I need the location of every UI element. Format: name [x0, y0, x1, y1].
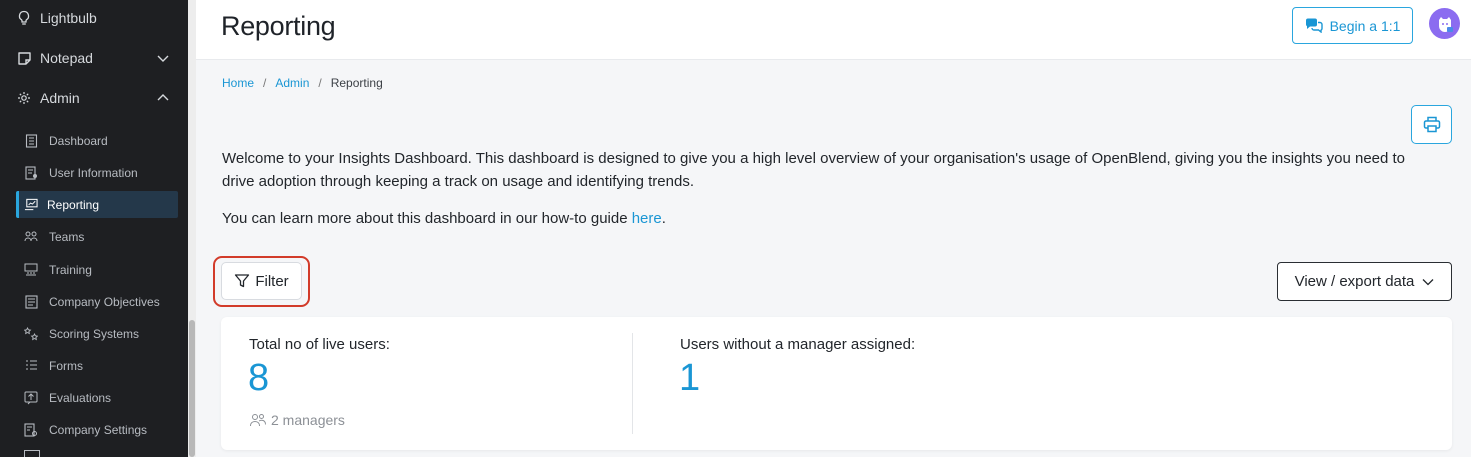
sidebar-item-label: Forms: [49, 358, 83, 373]
no-manager-label: Users without a manager assigned:: [680, 336, 916, 353]
chevron-down-icon: [1422, 278, 1434, 285]
sidebar-item-reporting[interactable]: Reporting: [16, 191, 178, 218]
print-button[interactable]: [1411, 105, 1452, 144]
dashboard-icon: [24, 133, 38, 148]
sidebar-item-evaluations[interactable]: Evaluations: [16, 384, 178, 411]
top-header: Reporting Begin a 1:1: [196, 0, 1471, 60]
sidebar-item-label: Reporting: [47, 197, 100, 212]
teams-icon: [24, 230, 38, 244]
sidebar-item-label: Scoring Systems: [49, 326, 140, 341]
sidebar-item-label: Training: [49, 262, 92, 277]
begin-one-on-one-button[interactable]: Begin a 1:1: [1292, 7, 1413, 44]
training-icon: [24, 263, 38, 277]
view-export-data-dropdown[interactable]: View / export data: [1277, 262, 1452, 301]
user-info-icon: [24, 165, 38, 180]
learn-more-suffix: .: [661, 210, 666, 227]
sidebar-item-label: Teams: [49, 229, 85, 244]
scoring-icon: [24, 326, 38, 341]
managers-count-text: 2 managers: [271, 412, 345, 428]
page-title: Reporting: [221, 11, 336, 41]
sidebar-item-training[interactable]: Training: [16, 256, 178, 283]
live-users-label: Total no of live users:: [249, 336, 390, 353]
sidebar-item-label: Evaluations: [49, 390, 112, 405]
users-group-icon: [250, 414, 266, 427]
sidebar-item-notepad[interactable]: Notepad: [0, 38, 188, 78]
sidebar-item-user-information[interactable]: User Information: [16, 159, 178, 186]
user-stats-card: Total no of live users: 8 2 managers Use…: [221, 317, 1452, 450]
chat-bubbles-icon: [1305, 18, 1323, 33]
sidebar-item-company-objectives[interactable]: Company Objectives: [16, 288, 178, 315]
reporting-icon: [24, 198, 38, 212]
breadcrumb-current: Reporting: [330, 76, 383, 90]
printer-icon: [1423, 116, 1440, 133]
filter-label: Filter: [255, 272, 289, 290]
live-users-value: 8: [248, 357, 270, 399]
avatar[interactable]: [1429, 8, 1460, 39]
sidebar-item-label: Lightbulb: [40, 10, 97, 26]
lightbulb-icon: [16, 10, 32, 26]
funnel-icon: [235, 274, 250, 288]
learn-more-text: You can learn more about this dashboard …: [222, 208, 666, 229]
sidebar-item-label: Dashboard: [49, 133, 108, 148]
managers-count: 2 managers: [249, 412, 345, 428]
sidebar-item-scoring-systems[interactable]: Scoring Systems: [16, 320, 178, 347]
sidebar-item-label: Admin: [40, 90, 80, 106]
chevron-up-icon: [157, 94, 169, 101]
filter-button[interactable]: Filter: [221, 262, 302, 300]
sidebar-scrollbar-thumb[interactable]: [189, 320, 195, 457]
how-to-guide-link[interactable]: here: [632, 210, 662, 227]
begin-one-on-one-label: Begin a 1:1: [1329, 17, 1401, 34]
sidebar-item-label: User Information: [49, 165, 138, 180]
breadcrumb: Home / Admin / Reporting: [222, 76, 383, 90]
objectives-icon: [24, 294, 38, 309]
learn-more-prefix: You can learn more about this dashboard …: [222, 210, 632, 227]
sidebar-item-company-settings[interactable]: Company Settings: [16, 416, 178, 443]
sidebar-item-label: Company Objectives: [49, 294, 160, 309]
stats-divider: [632, 333, 633, 434]
no-manager-value: 1: [679, 357, 701, 399]
company-settings-icon: [24, 422, 38, 437]
sidebar-item-lightbulb[interactable]: Lightbulb: [0, 0, 188, 38]
sidebar-item-partial-icon: [24, 450, 40, 457]
breadcrumb-separator: /: [263, 76, 267, 90]
sidebar: Lightbulb Notepad Admin Dashboard User I…: [0, 0, 188, 457]
notepad-icon: [16, 50, 32, 66]
sidebar-item-label: Notepad: [40, 50, 93, 66]
evaluations-icon: [24, 391, 38, 405]
breadcrumb-admin-link[interactable]: Admin: [275, 76, 309, 90]
sidebar-item-dashboard[interactable]: Dashboard: [16, 127, 178, 154]
sidebar-item-teams[interactable]: Teams: [16, 223, 178, 250]
gear-icon: [16, 90, 32, 106]
user-avatar-icon: [1438, 16, 1453, 32]
sidebar-item-label: Company Settings: [49, 422, 148, 437]
chevron-down-icon: [157, 55, 169, 62]
forms-icon: [24, 359, 38, 373]
sidebar-item-admin[interactable]: Admin: [0, 78, 188, 118]
sidebar-item-forms[interactable]: Forms: [16, 352, 178, 379]
breadcrumb-home-link[interactable]: Home: [222, 76, 254, 90]
breadcrumb-separator: /: [318, 76, 322, 90]
view-export-data-label: View / export data: [1294, 273, 1415, 290]
intro-paragraph: Welcome to your Insights Dashboard. This…: [222, 150, 1406, 190]
